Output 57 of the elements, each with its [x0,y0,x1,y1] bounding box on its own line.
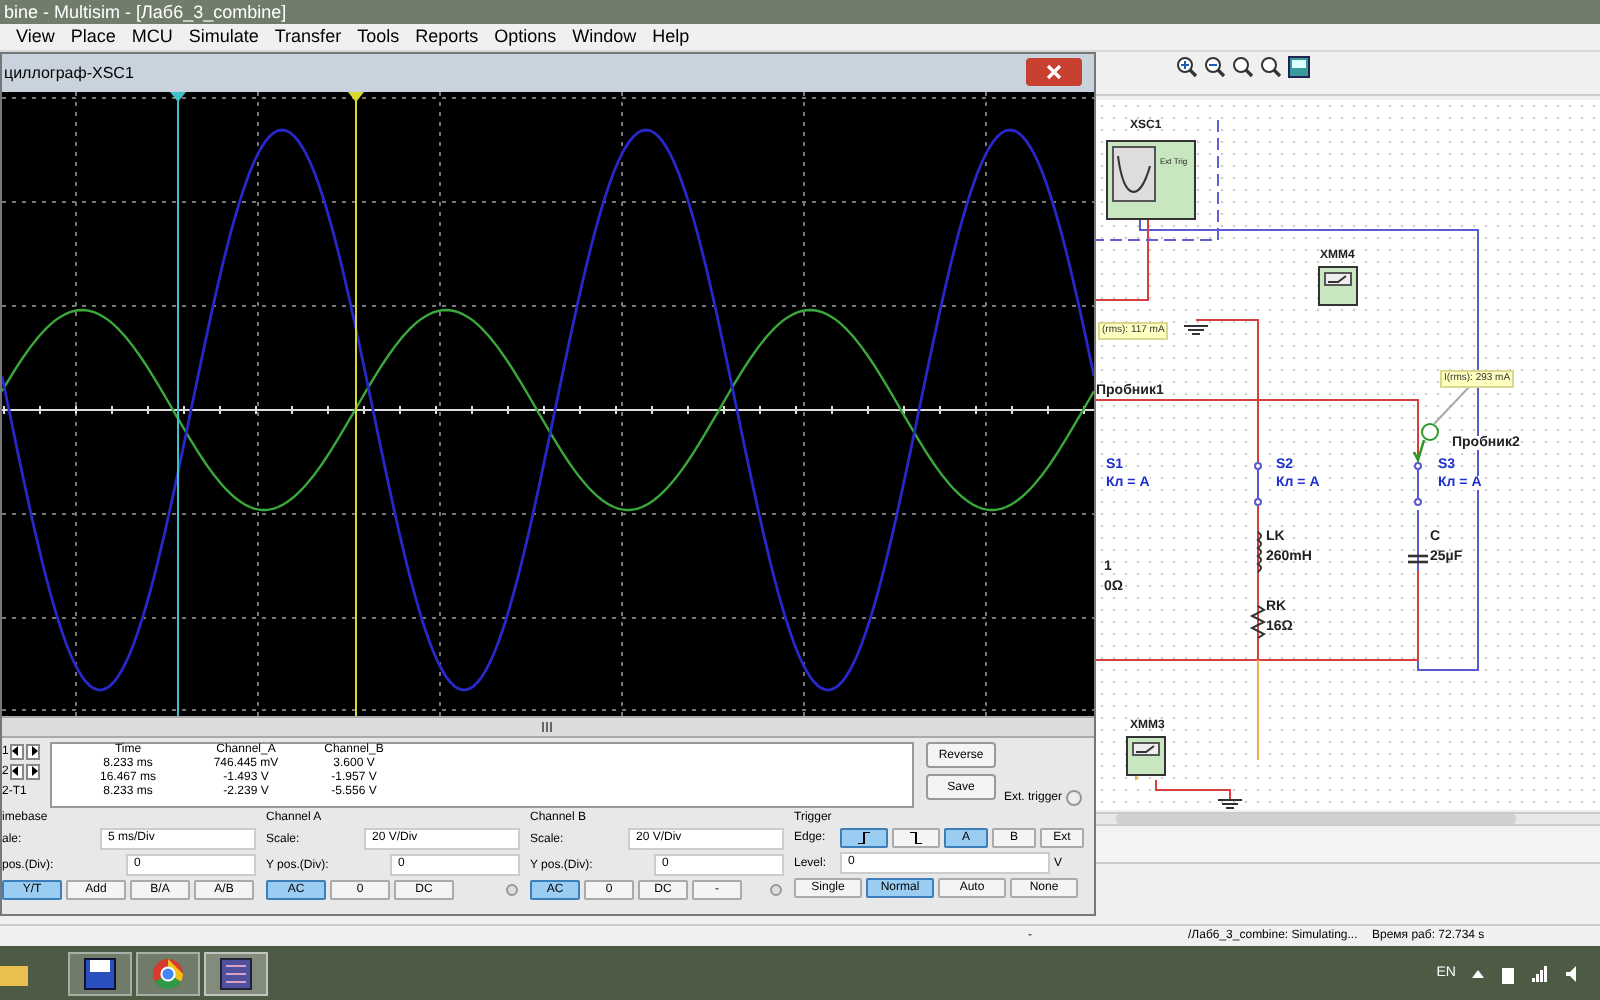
folder-icon[interactable] [0,961,28,985]
window-title: циллограф-XSC1 [4,65,134,81]
menu-item[interactable]: Options [494,28,557,46]
switch-symbol [1254,462,1262,506]
menu-item[interactable]: Place [70,28,116,46]
arrow-left-button[interactable] [10,763,25,779]
radio-button[interactable] [1066,790,1083,806]
zoom-in-icon[interactable] [1176,56,1198,78]
scope-screen-icon [1112,146,1156,202]
horizontal-scrollbar[interactable] [1096,812,1600,826]
ground-icon [1217,799,1243,809]
menu-item[interactable]: Tools [357,28,400,46]
zoom-out-icon[interactable] [1204,56,1226,78]
menu-item[interactable]: Reports [415,28,479,46]
scroll-grip-icon [542,722,554,732]
panel-icon[interactable] [1288,56,1310,78]
signal-icon[interactable] [1532,965,1550,981]
falling-edge-icon [910,832,922,844]
edge-button[interactable] [840,828,888,848]
meter-display-icon [1324,272,1352,286]
browser-icon [152,957,184,989]
zoom-area-icon[interactable] [1232,56,1254,78]
capacitor-symbol [1408,554,1428,564]
leader-line [1433,385,1471,425]
rising-edge-icon [858,832,870,844]
menu-item[interactable]: Transfer [274,28,342,46]
wire [1155,779,1231,801]
arrow-right-button[interactable] [26,763,41,779]
dashed-boundary-line [1096,119,1219,241]
caret-up-icon[interactable] [1472,969,1484,977]
multimeter-instrument[interactable] [1318,266,1358,306]
scrollbar-thumb[interactable] [1116,814,1516,824]
cursor-line[interactable] [348,92,364,716]
ammeter-probe-icon [1412,423,1439,464]
taskbar-button[interactable] [68,951,132,995]
horizontal-scrollbar[interactable] [2,716,1094,738]
zoom-fit-icon[interactable] [1260,56,1282,78]
switch-symbol [1414,462,1422,506]
menu-item[interactable]: Window [572,28,637,46]
window-title: bine - Multisim - [Лаб6_3_combine] [4,3,287,21]
ground-icon [1183,325,1209,335]
menu-item[interactable]: Simulate [188,28,259,46]
cursor-line[interactable] [170,92,186,716]
resistor-symbol [1249,605,1267,639]
menu-item[interactable]: View [16,28,55,46]
menu-item[interactable]: MCU [131,28,173,46]
taskbar-button[interactable] [204,951,268,995]
arrow-left-button[interactable] [10,743,25,759]
edge-button[interactable] [892,828,940,848]
arrow-right-button[interactable] [26,743,41,759]
menu-item[interactable]: Help [652,28,690,46]
close-button[interactable] [1026,58,1082,86]
multimeter-instrument[interactable] [1126,736,1166,776]
close-icon [1046,64,1062,80]
meter-display-icon [1132,742,1160,756]
inductor-symbol [1257,531,1262,573]
circuit-board-icon [220,957,252,989]
